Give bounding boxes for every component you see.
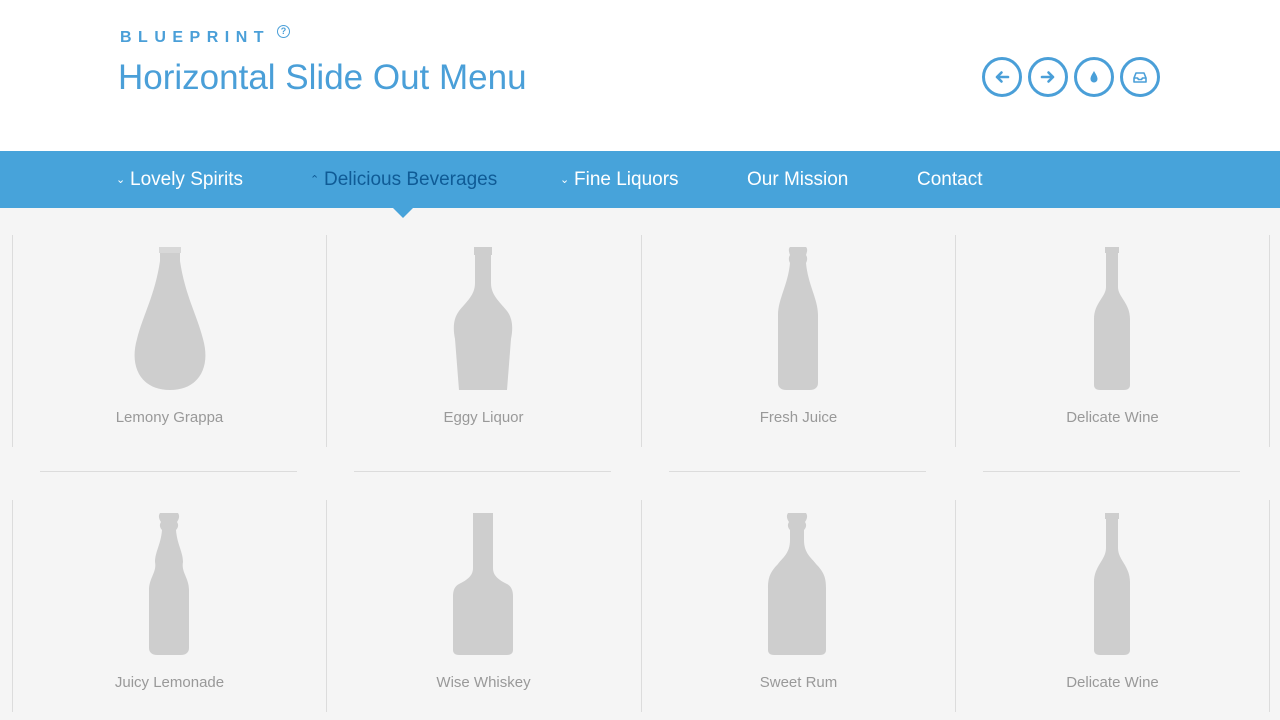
arrow-right-icon	[1040, 71, 1055, 83]
page-title: Horizontal Slide Out Menu	[118, 58, 527, 97]
product-card-delicate-wine[interactable]: Delicate Wine	[955, 235, 1270, 447]
product-name: Juicy Lemonade	[114, 674, 225, 691]
product-name: Fresh Juice	[759, 409, 838, 426]
page-header: BLUEPRINT ? Horizontal Slide Out Menu	[0, 0, 1280, 151]
nav-item-fine-liquors[interactable]: ⌄ Fine Liquors	[560, 151, 679, 208]
nav-item-label: Lovely Spirits	[130, 169, 243, 190]
inbox-icon	[1133, 72, 1147, 83]
nav-item-label: Delicious Beverages	[324, 169, 498, 190]
product-name: Delicate Wine	[1066, 674, 1159, 691]
nav-item-our-mission[interactable]: Our Mission	[747, 151, 848, 208]
help-icon[interactable]: ?	[277, 25, 290, 38]
product-card-delicate-wine-2[interactable]: Delicate Wine	[955, 500, 1270, 712]
product-card-lemony-grappa[interactable]: Lemony Grappa	[12, 235, 326, 447]
product-card-sweet-rum[interactable]: Sweet Rum	[641, 500, 955, 712]
product-card-wise-whiskey[interactable]: Wise Whiskey	[326, 500, 640, 712]
product-name: Eggy Liquor	[443, 409, 524, 426]
codrops-button[interactable]	[1074, 57, 1114, 97]
submenu-panel: Lemony Grappa Eggy Liquor Fresh Juice De…	[0, 208, 1280, 720]
brand-logo[interactable]: BLUEPRINT	[120, 29, 270, 47]
product-card-juicy-lemonade[interactable]: Juicy Lemonade	[12, 500, 326, 712]
nav-item-label: Contact	[917, 169, 983, 190]
product-name: Wise Whiskey	[436, 674, 531, 691]
arrow-left-icon	[995, 71, 1010, 83]
nav-item-lovely-spirits[interactable]: ⌄ Lovely Spirits	[116, 151, 243, 208]
header-toolbar	[982, 57, 1160, 97]
chevron-down-icon: ⌄	[116, 174, 126, 186]
chevron-down-icon: ⌄	[560, 174, 570, 186]
row-divider	[669, 471, 926, 472]
previous-demo-button[interactable]	[982, 57, 1022, 97]
row-divider	[983, 471, 1240, 472]
chevron-up-icon: ⌃	[310, 174, 320, 186]
archive-button[interactable]	[1120, 57, 1160, 97]
product-card-eggy-liquor[interactable]: Eggy Liquor	[326, 235, 640, 447]
main-nav: ⌄ Lovely Spirits ⌃ Delicious Beverages ⌄ Fi…	[0, 151, 1280, 208]
nav-item-delicious-beverages[interactable]: ⌃ Delicious Beverages	[310, 151, 497, 208]
next-demo-button[interactable]	[1028, 57, 1068, 97]
row-divider	[354, 471, 611, 472]
active-menu-pointer	[393, 208, 413, 218]
nav-item-label: Our Mission	[747, 169, 849, 190]
product-name: Delicate Wine	[1066, 409, 1159, 426]
product-name: Lemony Grappa	[115, 409, 224, 426]
nav-item-contact[interactable]: Contact	[917, 151, 982, 208]
product-name: Sweet Rum	[759, 674, 838, 691]
row-divider	[40, 471, 297, 472]
product-card-fresh-juice[interactable]: Fresh Juice	[641, 235, 955, 447]
drop-icon	[1090, 71, 1098, 83]
nav-item-label: Fine Liquors	[574, 169, 679, 190]
